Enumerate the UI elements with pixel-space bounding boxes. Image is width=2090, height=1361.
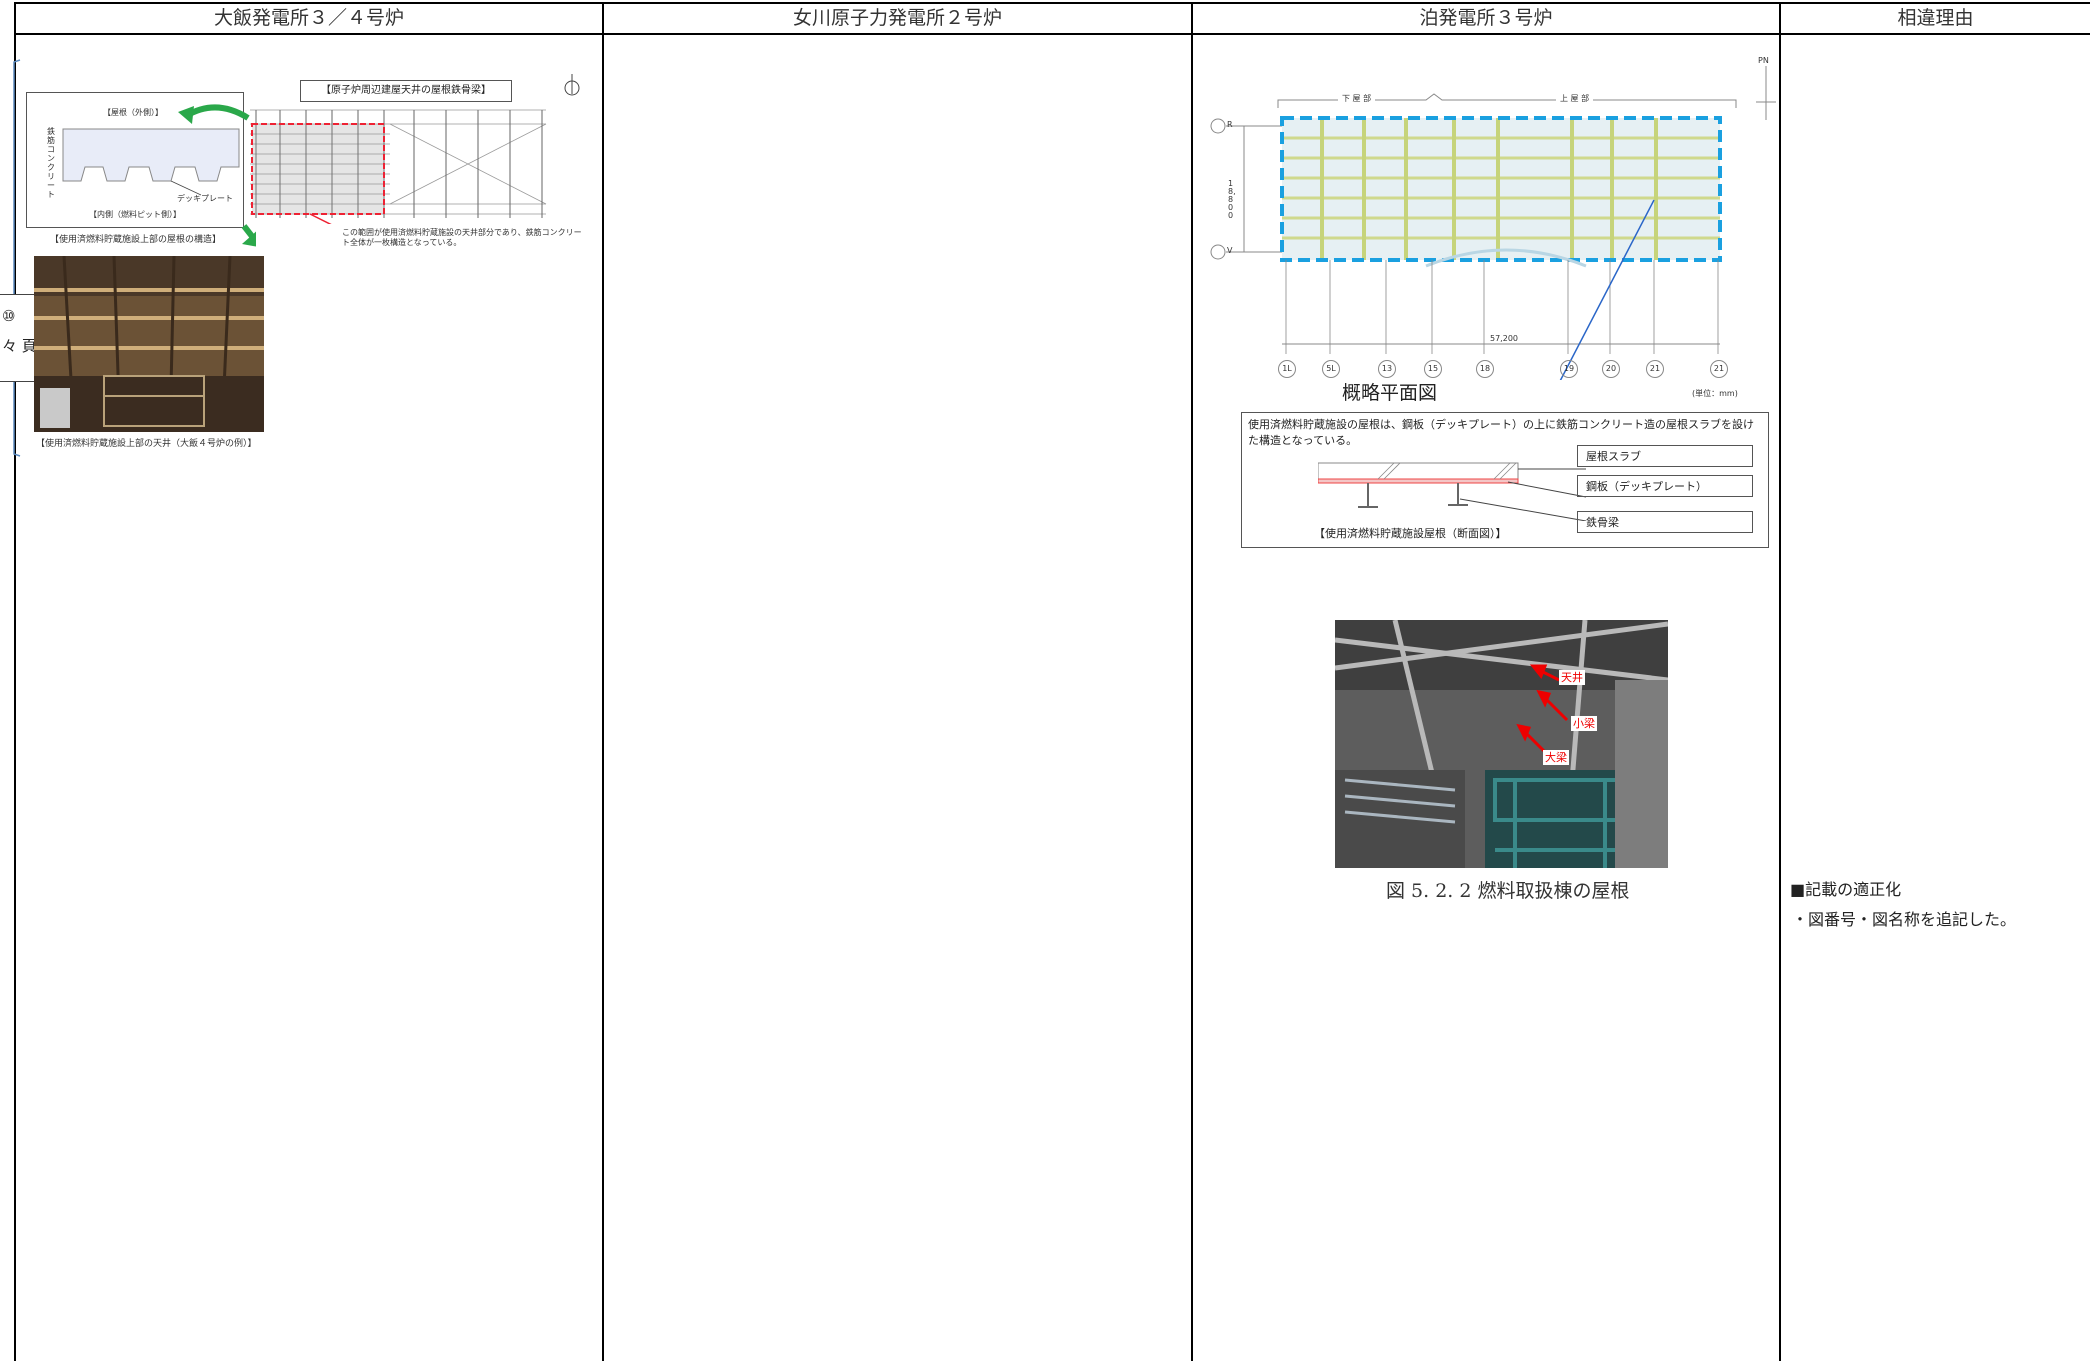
range-note: この範囲が使用済燃料貯蔵施設の天井部分であり、鉄筋コンクリート全体が一枚構造とな… xyxy=(342,228,582,247)
reason-detail: ・図番号・図名称を追記した。 xyxy=(1792,910,2017,929)
plan-col-label: 15 xyxy=(1424,360,1442,378)
section-bottom-label: 【内側（燃料ピット側）】 xyxy=(89,210,181,219)
plan-title: 概略平面図 xyxy=(1342,382,1438,404)
reason-heading: ■記載の適正化 xyxy=(1790,880,1902,899)
ohi-photo-caption: 【使用済燃料貯蔵施設上部の天井（大飯４号炉の例）】 xyxy=(36,439,257,449)
legend-deck: 鋼板（デッキプレート） xyxy=(1577,475,1753,497)
plan-dim-horizontal: 57,200 xyxy=(1490,334,1518,343)
figure-caption: 図 5. 2. 2 燃料取扱棟の屋根 xyxy=(1386,880,1630,902)
plan-col-label: 13 xyxy=(1378,360,1396,378)
plan-col-label: 5L xyxy=(1322,360,1340,378)
plan-left-group: 下 屋 部 xyxy=(1338,93,1376,104)
column-header-onagawa: 女川原子力発電所２号炉 xyxy=(792,7,1002,29)
left-bracket xyxy=(13,59,21,457)
ohi-ceiling-photo xyxy=(34,256,264,432)
plan-row-label-top: R xyxy=(1227,120,1233,129)
plan-unit: (単位：mm) xyxy=(1692,389,1738,398)
roof-plan-drawing xyxy=(1210,116,1722,380)
tomari-roof-photo: 天井 小梁 大梁 xyxy=(1335,620,1668,868)
plan-col-label: 19 xyxy=(1560,360,1578,378)
plan-col-label: 21 xyxy=(1710,360,1728,378)
plan-col-label: 18 xyxy=(1476,360,1494,378)
plan-row-label-bottom: V xyxy=(1227,246,1233,255)
photo-tag-small-beam: 小梁 xyxy=(1571,716,1597,731)
page-reference-label: 々 頁 xyxy=(2,337,37,355)
header-divider xyxy=(14,33,2090,35)
section-top-label: 【屋根（外側）】 xyxy=(103,108,163,117)
column-header-tomari: 泊発電所３号炉 xyxy=(1419,7,1553,29)
plan-dim-vertical: 18,800 xyxy=(1228,179,1236,220)
roof-section-caption: 【使用済燃料貯蔵施設屋根（断面図）】 xyxy=(1314,527,1507,540)
photo-tag-ceiling: 天井 xyxy=(1559,670,1585,685)
beam-title: 【原子炉周辺建屋天井の屋根鉄骨梁】 xyxy=(300,80,512,102)
legend-beam: 鉄骨梁 xyxy=(1577,511,1753,533)
column-divider xyxy=(602,2,604,1361)
column-divider xyxy=(1779,2,1781,1361)
north-arrow-icon xyxy=(1756,66,1776,120)
page-reference-mark: ⑩ xyxy=(2,307,16,325)
plan-col-label: 1L xyxy=(1278,360,1296,378)
legend-slab: 屋根スラブ xyxy=(1577,445,1753,467)
roof-section-graphic xyxy=(1318,462,1587,521)
roof-beam-framing-drawing xyxy=(250,109,547,224)
section-side-label: 鉄筋コンクリート xyxy=(47,127,55,199)
column-header-ohi: 大飯発電所３／４号炉 xyxy=(213,7,404,29)
column-divider xyxy=(1191,2,1193,1361)
plan-col-label: 20 xyxy=(1602,360,1620,378)
connector-arrows xyxy=(178,104,256,247)
north-label: PN xyxy=(1758,56,1769,65)
plan-col-label: 21 xyxy=(1646,360,1664,378)
column-header-reason: 相違理由 xyxy=(1897,7,1974,29)
plan-right-group: 上 屋 部 xyxy=(1556,93,1594,104)
roof-section-box: 使用済燃料貯蔵施設の屋根は、鋼板（デッキプレート）の上に鉄筋コンクリート造の屋根… xyxy=(1241,412,1769,548)
photo-tag-large-beam: 大梁 xyxy=(1543,750,1569,765)
ceiling-photo-graphic xyxy=(34,256,264,432)
roof-photo-graphic xyxy=(1335,620,1668,868)
north-arrow-icon xyxy=(564,74,580,96)
